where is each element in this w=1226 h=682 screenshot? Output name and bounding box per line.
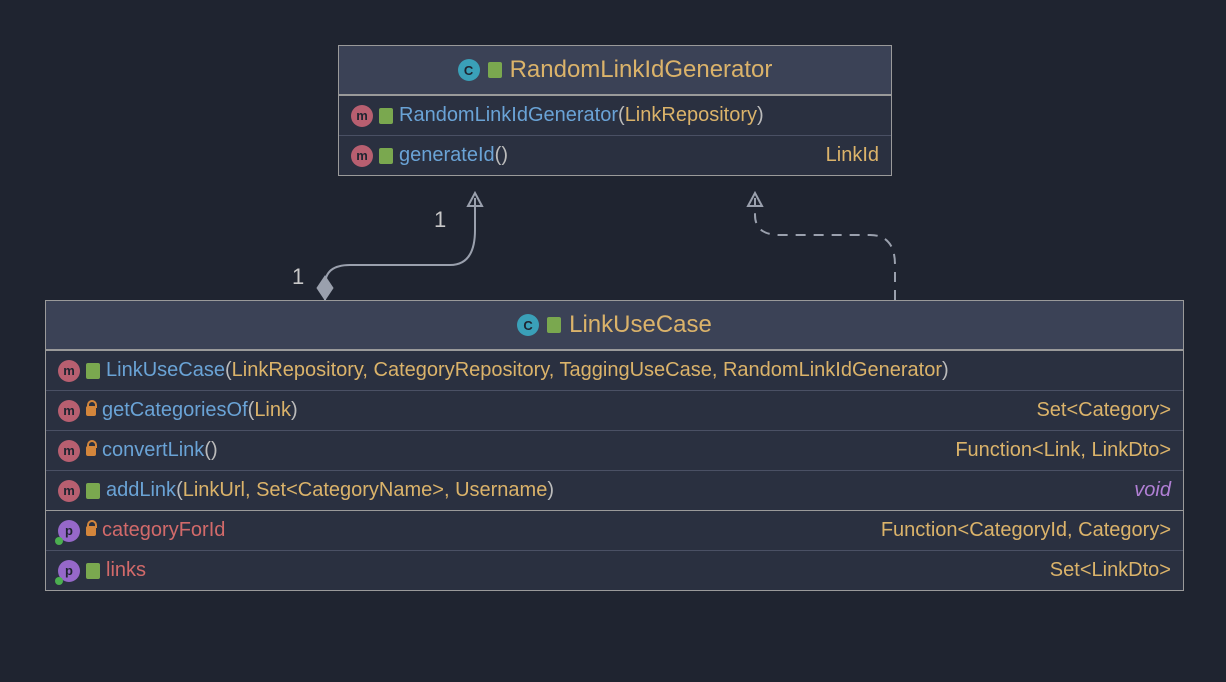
class-title-row: C LinkUseCase — [46, 301, 1183, 350]
member-row: m RandomLinkIdGenerator(LinkRepository) — [339, 96, 891, 135]
paren-close: ) — [942, 359, 949, 381]
multiplicity-label: 1 — [292, 264, 304, 290]
property-name: links — [106, 559, 146, 582]
method-name: getCategoriesOf — [102, 399, 248, 421]
dependency-connector — [755, 198, 895, 300]
private-icon — [86, 446, 96, 456]
method-icon: m — [351, 105, 373, 127]
public-icon — [547, 317, 561, 333]
member-row: m LinkUseCase(LinkRepository, CategoryRe… — [46, 351, 1183, 390]
properties-section: p categoryForId Function<CategoryId, Cat… — [46, 510, 1183, 590]
class-title-row: C RandomLinkIdGenerator — [339, 46, 891, 95]
composition-diamond-icon — [317, 276, 333, 300]
class-icon: C — [517, 314, 539, 336]
method-icon: m — [351, 145, 373, 167]
class-icon: C — [458, 59, 480, 81]
return-type: LinkId — [826, 144, 879, 167]
arrowhead-icon — [468, 193, 482, 206]
method-icon: m — [58, 360, 80, 382]
property-icon: p — [58, 520, 80, 542]
class-name: RandomLinkIdGenerator — [510, 56, 773, 84]
public-icon — [86, 563, 100, 579]
composition-connector — [325, 198, 475, 300]
paren-close: ) — [291, 399, 298, 421]
return-type: Set<LinkDto> — [1050, 559, 1171, 582]
class-random-link-id-generator: C RandomLinkIdGenerator m RandomLinkIdGe… — [338, 45, 892, 176]
method-name: generateId — [399, 144, 495, 166]
param-types: LinkUrl, Set<CategoryName>, Username — [183, 479, 548, 501]
method-icon: m — [58, 400, 80, 422]
method-name: convertLink — [102, 439, 204, 461]
method-name: RandomLinkIdGenerator — [399, 104, 618, 126]
class-name: LinkUseCase — [569, 311, 712, 339]
private-icon — [86, 526, 96, 536]
property-row: p categoryForId Function<CategoryId, Cat… — [46, 511, 1183, 550]
paren-open: ( — [204, 439, 211, 461]
paren-close: ) — [547, 479, 554, 501]
param-types: LinkRepository — [625, 104, 757, 126]
property-row: p links Set<LinkDto> — [46, 550, 1183, 590]
public-icon — [488, 62, 502, 78]
method-icon: m — [58, 480, 80, 502]
arrowhead-icon — [748, 193, 762, 206]
return-type: Function<CategoryId, Category> — [881, 519, 1171, 542]
member-row: m generateId() LinkId — [339, 135, 891, 175]
multiplicity-label: 1 — [434, 207, 446, 233]
return-type: Set<Category> — [1036, 399, 1171, 422]
paren-close: ) — [757, 104, 764, 126]
public-icon — [86, 363, 100, 379]
paren-close: ) — [501, 144, 508, 166]
public-icon — [86, 483, 100, 499]
return-type: Function<Link, LinkDto> — [955, 439, 1171, 462]
paren-open: ( — [176, 479, 183, 501]
member-row: m convertLink() Function<Link, LinkDto> — [46, 430, 1183, 470]
private-icon — [86, 406, 96, 416]
method-icon: m — [58, 440, 80, 462]
method-name: LinkUseCase — [106, 359, 225, 381]
property-name: categoryForId — [102, 519, 225, 542]
methods-section: m LinkUseCase(LinkRepository, CategoryRe… — [46, 350, 1183, 510]
public-icon — [379, 148, 393, 164]
param-types: LinkRepository, CategoryRepository, Tagg… — [232, 359, 942, 381]
paren-open: ( — [618, 104, 625, 126]
class-link-use-case: C LinkUseCase m LinkUseCase(LinkReposito… — [45, 300, 1184, 591]
public-icon — [379, 108, 393, 124]
member-row: m addLink(LinkUrl, Set<CategoryName>, Us… — [46, 470, 1183, 510]
members-section: m RandomLinkIdGenerator(LinkRepository) … — [339, 95, 891, 175]
param-types: Link — [254, 399, 291, 421]
return-type: void — [1134, 479, 1171, 502]
method-name: addLink — [106, 479, 176, 501]
property-icon: p — [58, 560, 80, 582]
paren-open: ( — [225, 359, 232, 381]
paren-close: ) — [211, 439, 218, 461]
member-row: m getCategoriesOf(Link) Set<Category> — [46, 390, 1183, 430]
